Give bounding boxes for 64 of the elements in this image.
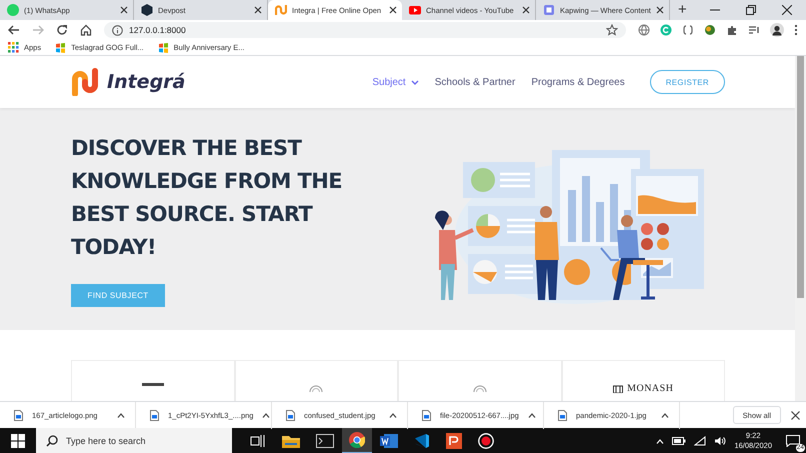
apps-grid-icon bbox=[8, 42, 19, 53]
nav-link[interactable]: Subject bbox=[372, 76, 419, 88]
chevron-up-icon bbox=[262, 412, 270, 418]
windows-start-icon[interactable] bbox=[11, 434, 25, 448]
puzzle-icon[interactable] bbox=[726, 24, 738, 36]
globe-icon[interactable] bbox=[638, 24, 650, 36]
reload-icon[interactable] bbox=[56, 24, 68, 36]
address-bar[interactable]: 127.0.0.1:8000 bbox=[104, 22, 626, 38]
avatar-icon[interactable] bbox=[770, 23, 784, 37]
logo-text[interactable]: Integrá bbox=[107, 71, 186, 93]
partner-name: MONASH bbox=[627, 383, 674, 394]
play-icon bbox=[409, 4, 421, 16]
task-view-icon[interactable] bbox=[250, 434, 266, 448]
chevron-up-icon bbox=[661, 412, 669, 418]
back-icon[interactable] bbox=[8, 24, 20, 36]
chevron-up-icon[interactable] bbox=[656, 438, 664, 444]
close-icon[interactable] bbox=[791, 410, 800, 420]
info-icon bbox=[112, 24, 123, 36]
terminal-icon[interactable] bbox=[316, 434, 334, 448]
close-icon[interactable] bbox=[389, 6, 397, 14]
menu-icon[interactable] bbox=[794, 24, 798, 36]
extension-icon[interactable] bbox=[682, 24, 694, 36]
home-icon[interactable] bbox=[80, 24, 92, 36]
wifi-icon[interactable] bbox=[694, 436, 706, 446]
file-icon bbox=[422, 410, 431, 420]
file-icon bbox=[150, 410, 159, 420]
file-icon bbox=[286, 410, 295, 420]
code-editor-icon[interactable] bbox=[414, 433, 430, 449]
close-icon[interactable] bbox=[522, 6, 530, 14]
logo-icon[interactable] bbox=[71, 68, 101, 96]
document-app-icon[interactable] bbox=[446, 433, 462, 449]
windows-flag-icon bbox=[158, 42, 169, 53]
seal-icon bbox=[309, 384, 324, 392]
hexagon-icon bbox=[141, 4, 153, 16]
speaker-icon[interactable] bbox=[714, 436, 726, 446]
close-icon[interactable] bbox=[254, 6, 262, 14]
media-icon[interactable] bbox=[748, 24, 760, 36]
url-text: 127.0.0.1:8000 bbox=[129, 25, 186, 35]
windows-flag-icon bbox=[55, 42, 66, 53]
star-icon[interactable] bbox=[606, 24, 618, 36]
record-icon[interactable] bbox=[478, 433, 494, 449]
taskbar-search-field[interactable]: Type here to search bbox=[36, 428, 232, 453]
logo-icon bbox=[275, 4, 287, 16]
close-icon[interactable] bbox=[120, 6, 128, 14]
logo-mark-icon bbox=[142, 383, 164, 386]
battery-icon[interactable] bbox=[672, 437, 686, 445]
nav-link[interactable]: Schools & Partner bbox=[434, 76, 516, 88]
new-tab-button[interactable]: + bbox=[670, 0, 695, 20]
chevron-up-icon bbox=[528, 412, 536, 418]
hero-headline: DISCOVER THE BEST KNOWLEDGE FROM THE BEST SOURCE. START TODAY! bbox=[71, 134, 343, 260]
scrollbar[interactable] bbox=[795, 56, 806, 401]
chevron-up-icon bbox=[389, 412, 397, 418]
chevron-up-icon bbox=[117, 412, 125, 418]
close-icon[interactable] bbox=[782, 5, 792, 15]
folder-icon[interactable] bbox=[282, 434, 300, 448]
file-icon bbox=[14, 410, 23, 420]
file-icon bbox=[558, 410, 567, 420]
crest-icon bbox=[613, 384, 624, 392]
search-icon bbox=[46, 435, 58, 447]
restore-icon[interactable] bbox=[746, 5, 756, 15]
seal-icon bbox=[472, 384, 487, 392]
close-icon[interactable] bbox=[656, 6, 664, 14]
extension-icon[interactable] bbox=[704, 24, 716, 36]
nav-link[interactable]: Programs & Degrees bbox=[531, 76, 625, 88]
